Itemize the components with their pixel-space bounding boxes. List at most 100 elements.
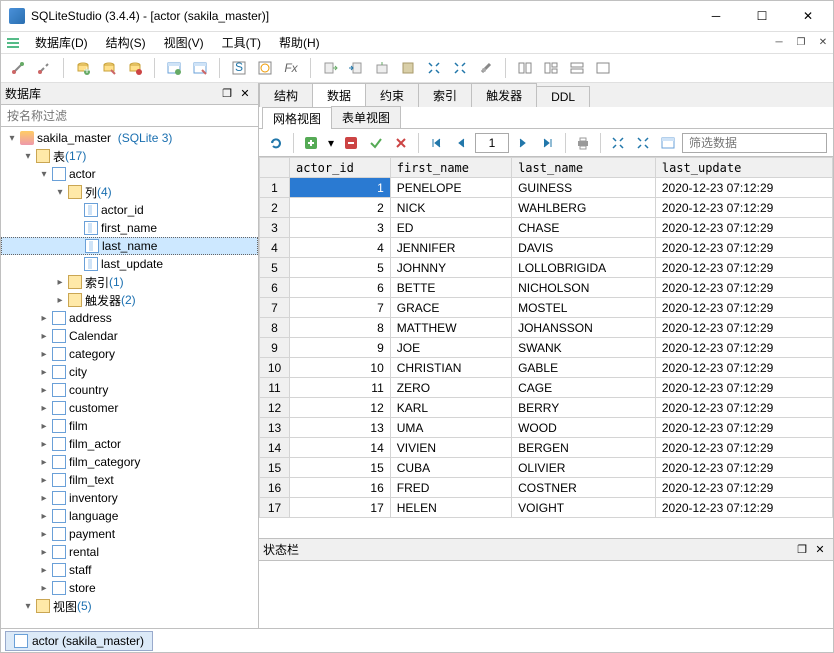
tree-node[interactable]: ▸country: [1, 381, 258, 399]
cell[interactable]: KARL: [390, 398, 511, 418]
mdi-minimize-button[interactable]: ─: [769, 35, 789, 51]
tab-数据[interactable]: 数据: [312, 83, 366, 107]
cell[interactable]: NICK: [390, 198, 511, 218]
cell[interactable]: CAGE: [512, 378, 656, 398]
cell[interactable]: 2020-12-23 07:12:29: [655, 338, 832, 358]
cell[interactable]: WAHLBERG: [512, 198, 656, 218]
history-button[interactable]: [254, 57, 276, 79]
cell[interactable]: VIVIEN: [390, 438, 511, 458]
cell[interactable]: CUBA: [390, 458, 511, 478]
cell[interactable]: 10: [290, 358, 391, 378]
col-first_name[interactable]: first_name: [390, 158, 511, 178]
function-button[interactable]: Fx: [280, 57, 302, 79]
cell[interactable]: 4: [290, 238, 391, 258]
layout3-button[interactable]: [566, 57, 588, 79]
cell[interactable]: 6: [290, 278, 391, 298]
tree-node[interactable]: ▸film_category: [1, 453, 258, 471]
tree-node[interactable]: ▾sakila_master (SQLite 3): [1, 129, 258, 147]
row-header[interactable]: 11: [260, 378, 290, 398]
cell[interactable]: NICHOLSON: [512, 278, 656, 298]
cell[interactable]: 2020-12-23 07:12:29: [655, 398, 832, 418]
cell[interactable]: 2020-12-23 07:12:29: [655, 438, 832, 458]
status-close-icon[interactable]: ✕: [811, 541, 829, 559]
cell[interactable]: 3: [290, 218, 391, 238]
data-filter-input[interactable]: [682, 133, 827, 153]
tree-node[interactable]: ▾视图 (5): [1, 597, 258, 615]
layout1-button[interactable]: [514, 57, 536, 79]
cell[interactable]: 17: [290, 498, 391, 518]
cell[interactable]: FRED: [390, 478, 511, 498]
refresh-button[interactable]: [265, 132, 287, 154]
tree-node[interactable]: ▸film_actor: [1, 435, 258, 453]
close-button[interactable]: ✕: [785, 1, 831, 31]
add-db-button[interactable]: +: [72, 57, 94, 79]
cell[interactable]: 8: [290, 318, 391, 338]
add-row-dropdown[interactable]: ▾: [325, 132, 337, 154]
data-grid[interactable]: actor_idfirst_namelast_namelast_update11…: [259, 157, 833, 538]
cell[interactable]: 12: [290, 398, 391, 418]
cell[interactable]: 2020-12-23 07:12:29: [655, 418, 832, 438]
undock-icon[interactable]: ❐: [218, 85, 236, 103]
col-last_name[interactable]: last_name: [512, 158, 656, 178]
cell[interactable]: 7: [290, 298, 391, 318]
minimize-button[interactable]: ─: [693, 1, 739, 31]
cell[interactable]: HELEN: [390, 498, 511, 518]
tab-触发器[interactable]: 触发器: [471, 83, 537, 107]
export-button[interactable]: [319, 57, 341, 79]
tree-node[interactable]: first_name: [1, 219, 258, 237]
db-filter-input[interactable]: [1, 105, 258, 127]
tree-node[interactable]: ▾表 (17): [1, 147, 258, 165]
cell[interactable]: BERGEN: [512, 438, 656, 458]
mdi-close-button[interactable]: ✕: [813, 35, 833, 51]
tab-结构[interactable]: 结构: [259, 83, 313, 107]
cell[interactable]: JOHNNY: [390, 258, 511, 278]
cell[interactable]: LOLLOBRIGIDA: [512, 258, 656, 278]
row-header[interactable]: 8: [260, 318, 290, 338]
cell[interactable]: 2020-12-23 07:12:29: [655, 458, 832, 478]
col-last_update[interactable]: last_update: [655, 158, 832, 178]
tree-node[interactable]: ▸address: [1, 309, 258, 327]
cell[interactable]: CHRISTIAN: [390, 358, 511, 378]
add-row-button[interactable]: [300, 132, 322, 154]
cell[interactable]: 15: [290, 458, 391, 478]
row-header[interactable]: 17: [260, 498, 290, 518]
row-header[interactable]: 13: [260, 418, 290, 438]
settings-button[interactable]: [475, 57, 497, 79]
tree-node[interactable]: ▸payment: [1, 525, 258, 543]
cell[interactable]: 16: [290, 478, 391, 498]
tree-node[interactable]: ▸索引 (1): [1, 273, 258, 291]
tab-索引[interactable]: 索引: [418, 83, 472, 107]
cell[interactable]: VOIGHT: [512, 498, 656, 518]
cell[interactable]: 2020-12-23 07:12:29: [655, 198, 832, 218]
cell[interactable]: 2020-12-23 07:12:29: [655, 238, 832, 258]
export-schema-button[interactable]: [371, 57, 393, 79]
menu-view[interactable]: 视图(V): [156, 32, 212, 53]
tree-node[interactable]: ▸rental: [1, 543, 258, 561]
cell[interactable]: 13: [290, 418, 391, 438]
menu-structure[interactable]: 结构(S): [98, 32, 154, 53]
menu-help[interactable]: 帮助(H): [271, 32, 328, 53]
filter-button[interactable]: [657, 132, 679, 154]
cell[interactable]: OLIVIER: [512, 458, 656, 478]
tree-node[interactable]: ▸Calendar: [1, 327, 258, 345]
commit-button[interactable]: [365, 132, 387, 154]
last-page-button[interactable]: [537, 132, 559, 154]
cell[interactable]: 2020-12-23 07:12:29: [655, 258, 832, 278]
layout4-button[interactable]: [592, 57, 614, 79]
cell[interactable]: GUINESS: [512, 178, 656, 198]
cell[interactable]: DAVIS: [512, 238, 656, 258]
edit-db-button[interactable]: [98, 57, 120, 79]
delete-row-button[interactable]: [340, 132, 362, 154]
cell[interactable]: SWANK: [512, 338, 656, 358]
connect-db-button[interactable]: [7, 57, 29, 79]
cell[interactable]: 2020-12-23 07:12:29: [655, 318, 832, 338]
expand-in-button[interactable]: [449, 57, 471, 79]
cell[interactable]: BETTE: [390, 278, 511, 298]
cell[interactable]: 1: [290, 178, 391, 198]
row-header[interactable]: 14: [260, 438, 290, 458]
close-panel-icon[interactable]: ✕: [236, 85, 254, 103]
edit-table-button[interactable]: [189, 57, 211, 79]
next-page-button[interactable]: [512, 132, 534, 154]
cell[interactable]: 2020-12-23 07:12:29: [655, 498, 832, 518]
status-undock-icon[interactable]: ❐: [793, 541, 811, 559]
